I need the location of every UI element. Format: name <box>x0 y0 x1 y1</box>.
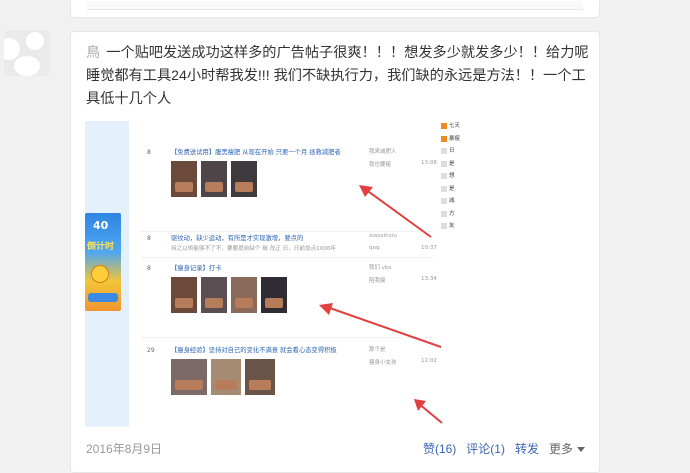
image-ad-banner: 40 倒计时 <box>85 213 121 311</box>
thumbnail <box>201 277 227 313</box>
post-card: 鳥一个贴吧发送成功这样多的广告帖子很爽！！！想发多少就发多少！！给力呢睡觉都有工… <box>70 31 600 473</box>
post-text: 鳥一个贴吧发送成功这样多的广告帖子很爽！！！想发多少就发多少！！给力呢睡觉都有工… <box>86 42 591 111</box>
thread-reply-count: 29 <box>147 347 155 354</box>
more-label: 更多 <box>548 442 573 456</box>
red-arrow-icon <box>319 303 442 348</box>
thread-author: 我们 vbs <box>369 265 392 271</box>
previous-post-card <box>70 0 600 18</box>
thumbnail <box>201 161 227 197</box>
thread-reply-count: 8 <box>147 265 151 272</box>
right-list-item: 七天 <box>437 121 469 134</box>
thread-reply-count: 8 <box>147 235 151 242</box>
thread-item: 29 【瘦身经验】坚持对自己的变化不满意 就会看心态变得积极 那个是 瘦身小女孩… <box>141 343 437 423</box>
right-list-item: 减 <box>437 196 469 209</box>
thread-reply-count: 8 <box>147 149 151 156</box>
thread-last-reply: 我也要瘦 <box>369 162 392 168</box>
thumbnail <box>211 359 241 395</box>
thumbnail <box>261 277 287 313</box>
thumbnail <box>171 277 197 313</box>
ad-text: 倒计时 <box>87 242 115 252</box>
post-image[interactable]: 40 倒计时 8 【免费送试用】腹黑瘦肥 从现在开始 只要一个月 拯救减肥者 我… <box>85 121 469 427</box>
thread-time: 10:37 <box>421 245 437 251</box>
previous-post-bar <box>87 1 583 10</box>
avatar[interactable] <box>4 30 50 76</box>
thread-last-reply: 瘦身小女孩 <box>369 360 397 366</box>
right-list-item: 方 <box>437 209 469 222</box>
right-list-item: 暴瘦 <box>437 134 469 147</box>
thread-thumbnails <box>171 161 257 197</box>
ad-number: 40 <box>93 219 109 232</box>
thread-time: 13:34 <box>421 276 437 282</box>
thumbnail <box>171 359 207 395</box>
thread-time: 12:02 <box>421 358 437 364</box>
thread-last-reply: qaq <box>369 245 380 251</box>
red-arrow-icon <box>359 185 432 238</box>
red-arrow-icon <box>414 399 443 424</box>
thread-title: 【瘦身经验】坚持对自己的变化不满意 就会看心态变得积极 <box>171 347 337 354</box>
right-list-item: 想 <box>437 171 469 184</box>
thread-thumbnails <box>171 359 275 395</box>
like-button[interactable]: 赞(16) <box>423 440 456 457</box>
right-list-item: 友 <box>437 221 469 234</box>
thread-title: 【瘦身记录】打卡 <box>171 265 222 272</box>
thumbnail <box>231 161 257 197</box>
image-right-list: 七天 暴瘦 日 是 想 是 减 方 友 <box>437 121 469 251</box>
comment-button[interactable]: 评论(1) <box>466 440 505 457</box>
thread-title: 【免费送试用】腹黑瘦肥 从现在开始 只要一个月 拯救减肥者 <box>171 149 341 156</box>
more-button[interactable]: 更多 <box>549 440 585 457</box>
thumbnail <box>231 277 257 313</box>
thread-time: 13:08 <box>421 160 437 166</box>
ad-face-icon <box>91 265 109 283</box>
thread-thumbnails <box>171 277 287 313</box>
right-list-item: 是 <box>437 159 469 172</box>
thumbnail <box>245 359 275 395</box>
post-actions: 赞(16) 评论(1) 转发 更多 <box>423 440 585 457</box>
thread-last-reply: 陪我瘦 <box>369 278 386 284</box>
thumbnail <box>171 161 197 197</box>
image-thread-list: 8 【免费送试用】腹黑瘦肥 从现在开始 只要一个月 拯救减肥者 我来减肥人 我也… <box>135 121 437 427</box>
post-body: 一个贴吧发送成功这样多的广告帖子很爽！！！想发多少就发多少！！给力呢睡觉都有工具… <box>86 45 589 107</box>
right-list-item: 是 <box>437 184 469 197</box>
chevron-down-icon <box>577 447 585 453</box>
post-prefix: 鳥 <box>86 45 101 61</box>
thread-title: 驱纹动，缺少运动，有所是才实现激增，要点的 <box>171 235 304 242</box>
thread-abstract: 持之以恒能够不了不，要要提前缺个 碳 改正 日，日前加点1006年 <box>171 246 337 252</box>
forward-button[interactable]: 转发 <box>515 440 539 457</box>
right-list-item: 日 <box>437 146 469 159</box>
post-date: 2016年8月9日 <box>86 442 163 456</box>
thread-author: 我来减肥人 <box>369 149 397 155</box>
ad-button <box>88 293 118 302</box>
